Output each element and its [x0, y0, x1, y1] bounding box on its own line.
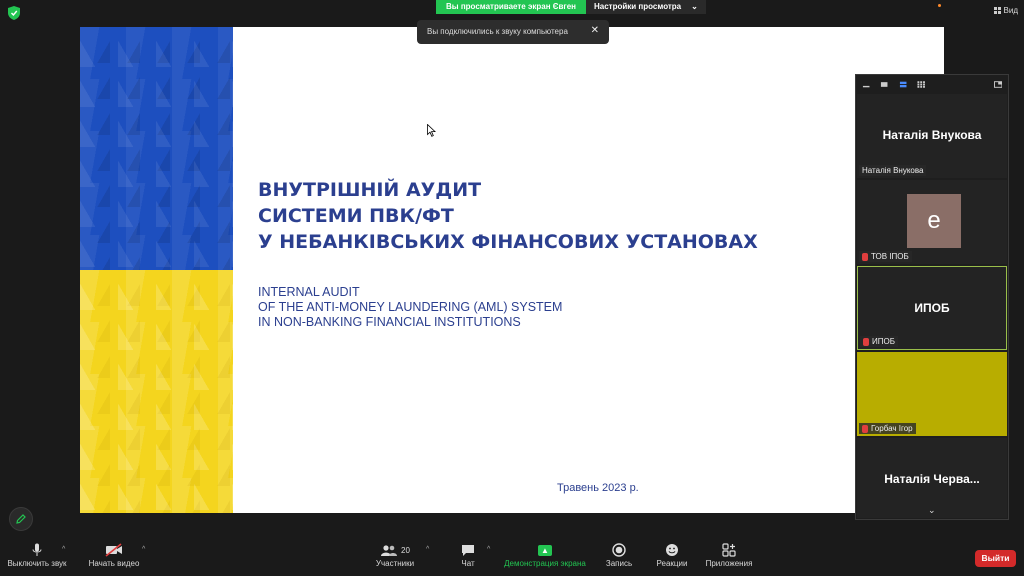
- participants-label: Участники: [375, 559, 415, 568]
- shared-screen-slide: ВНУТРІШНІЙ АУДИТ СИСТЕМИ ПВК/ФТ У НЕБАНК…: [80, 27, 944, 513]
- participants-video-panel: Наталія Внукова Наталія Внукова е ТОВ ІП…: [855, 74, 1009, 520]
- mic-muted-icon: [862, 424, 868, 433]
- participant-name: ИПОБ: [872, 337, 895, 346]
- slide-title-line: У НЕБАНКІВСЬКИХ ФІНАНСОВИХ УСТАНОВАХ: [258, 231, 758, 253]
- slide-subtitle-line: OF THE ANTI-MONEY LAUNDERING (AML) SYSTE…: [258, 300, 563, 314]
- slide-title-english: INTERNAL AUDIT OF THE ANTI-MONEY LAUNDER…: [258, 285, 562, 330]
- hide-video-icon[interactable]: [880, 81, 888, 88]
- share-screen-icon: ▲: [538, 544, 552, 556]
- slide-title-line: СИСТЕМИ ПВК/ФТ: [258, 205, 454, 227]
- participant-label: ТОВ ІПОБ: [859, 251, 912, 262]
- slide-date: Травень 2023 р.: [557, 482, 639, 494]
- chat-icon: [462, 544, 474, 556]
- participant-label: Наталія Внукова: [859, 165, 927, 176]
- annotate-button[interactable]: [9, 507, 33, 531]
- panel-toolbar: [856, 75, 1008, 93]
- participant-label: ИПОБ: [860, 336, 898, 347]
- record-button[interactable]: Запись: [603, 541, 635, 568]
- participant-name-large: Наталія Черва...: [884, 472, 980, 486]
- smiley-icon: [666, 544, 678, 556]
- exit-fullscreen-icon[interactable]: [993, 80, 1003, 88]
- chevron-down-icon: ⌄: [691, 2, 698, 11]
- view-settings-button[interactable]: Настройки просмотра ⌄: [586, 0, 706, 14]
- speaker-view-icon[interactable]: [899, 81, 907, 88]
- grid-view-icon: [993, 7, 1001, 14]
- participant-label: Горбач Ігор: [859, 423, 916, 434]
- participants-icon: [381, 544, 398, 556]
- flag-yellow-band: [80, 270, 233, 513]
- start-video-label: Начать видео: [88, 559, 140, 568]
- record-icon: [612, 543, 626, 557]
- meeting-controls-toolbar: Выключить звук ^ Начать видео ^ 20 Участ…: [0, 537, 1024, 576]
- participant-tile[interactable]: Наталія Внукова Наталія Внукова: [857, 94, 1007, 178]
- participants-button[interactable]: 20 Участники: [372, 541, 418, 568]
- pencil-icon: [16, 514, 26, 524]
- status-dot: [938, 4, 941, 7]
- video-off-icon: [105, 543, 122, 557]
- slide-subtitle-line: INTERNAL AUDIT: [258, 285, 360, 299]
- slide-title-line: ВНУТРІШНІЙ АУДИТ: [258, 179, 482, 201]
- avatar: е: [907, 194, 961, 248]
- view-settings-label: Настройки просмотра: [594, 2, 682, 11]
- participant-tile-active-speaker[interactable]: ИПОБ ИПОБ: [857, 266, 1007, 350]
- reactions-button[interactable]: Реакции: [655, 541, 689, 568]
- participant-name: ТОВ ІПОБ: [871, 252, 909, 261]
- record-label: Запись: [605, 559, 633, 568]
- audio-connected-toast: Вы подключились к звуку компьютера ✕: [417, 20, 609, 44]
- gallery-view-icon[interactable]: [917, 80, 926, 88]
- scroll-down-chevron-icon[interactable]: ⌄: [928, 505, 936, 516]
- mic-muted-icon: [862, 252, 868, 261]
- slide-title-ukrainian: ВНУТРІШНІЙ АУДИТ СИСТЕМИ ПВК/ФТ У НЕБАНК…: [258, 177, 858, 255]
- flag-blue-band: [80, 27, 233, 270]
- toast-message: Вы подключились к звуку компьютера: [427, 27, 568, 36]
- leave-meeting-button[interactable]: Выйти: [975, 550, 1016, 567]
- participant-tile[interactable]: е ТОВ ІПОБ: [857, 180, 1007, 264]
- participant-name: Наталія Внукова: [862, 166, 924, 175]
- mute-label: Выключить звук: [7, 559, 67, 568]
- participant-name-large: ИПОБ: [914, 301, 950, 315]
- participants-options-caret-icon[interactable]: ^: [426, 546, 429, 553]
- apps-icon: [722, 543, 736, 557]
- participant-tile[interactable]: Горбач Ігор: [857, 352, 1007, 436]
- share-screen-button[interactable]: ▲ Демонстрация экрана: [500, 541, 590, 568]
- reactions-label: Реакции: [656, 559, 688, 568]
- participant-name: Горбач Ігор: [871, 424, 913, 433]
- view-button-label: Вид: [1003, 6, 1018, 15]
- apps-button[interactable]: Приложения: [703, 541, 755, 568]
- slide-subtitle-line: IN NON-BANKING FINANCIAL INSTITUTIONS: [258, 315, 521, 329]
- security-shield-icon[interactable]: [8, 6, 20, 20]
- mouse-cursor-icon: [427, 124, 436, 137]
- start-video-button[interactable]: Начать видео: [86, 541, 142, 568]
- close-icon[interactable]: ✕: [591, 26, 599, 37]
- mic-muted-icon: [863, 337, 869, 346]
- chat-label: Чат: [461, 559, 475, 568]
- viewing-screen-label: Вы просматриваете экран Євген: [436, 0, 586, 14]
- apps-label: Приложения: [705, 559, 753, 568]
- participant-name-large: Наталія Внукова: [882, 128, 982, 142]
- microphone-icon: [32, 543, 42, 556]
- participants-count: 20: [401, 545, 410, 555]
- video-options-caret-icon[interactable]: ^: [142, 546, 145, 553]
- audio-options-caret-icon[interactable]: ^: [62, 546, 65, 553]
- screen-share-banner: Вы просматриваете экран Євген Настройки …: [436, 0, 706, 14]
- view-button[interactable]: Вид: [993, 6, 1018, 15]
- chat-button[interactable]: Чат: [455, 541, 481, 568]
- chat-options-caret-icon[interactable]: ^: [487, 546, 490, 553]
- minimize-icon[interactable]: [862, 81, 870, 88]
- share-screen-label: Демонстрация экрана: [504, 559, 586, 568]
- mute-button[interactable]: Выключить звук: [6, 541, 68, 568]
